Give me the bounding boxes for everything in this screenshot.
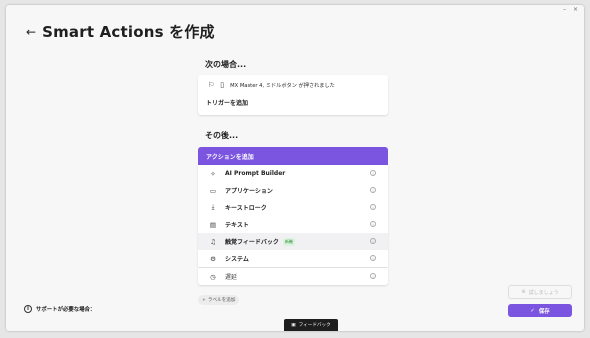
save-button[interactable]: ✓ 保存 <box>508 304 572 317</box>
plus-icon: + <box>202 297 206 303</box>
action-item-ai-prompt-builder[interactable]: ✧ AI Prompt Builder i <box>198 165 388 182</box>
app-window-icon: ▭ <box>209 186 217 195</box>
trigger-card: ⚐ ▯ MX Master 4, ミドルボタン が押されました トリガーを追加 <box>198 75 388 115</box>
clock-icon: ◷ <box>210 272 216 281</box>
add-label-text: ラベルを追加 <box>207 298 236 303</box>
action-item-system[interactable]: ⚙ システム i <box>198 250 388 267</box>
back-arrow-icon[interactable]: ← <box>26 26 36 38</box>
action-item-haptic-feedback[interactable]: ♫ 触覚フィードバック 新機 i <box>198 233 388 250</box>
mouse-icon: ▯ <box>220 81 225 89</box>
support-link[interactable]: i サポートが必要な場合： <box>24 305 95 313</box>
bell-icon: ♫ <box>210 237 216 246</box>
info-icon[interactable]: i <box>370 170 376 176</box>
gear-icon: ⚙ <box>210 254 216 263</box>
info-icon[interactable]: i <box>370 221 376 227</box>
action-label: 触覚フィードバック <box>225 239 279 246</box>
action-label: テキスト <box>225 222 249 229</box>
document-icon: ▤ <box>209 220 217 229</box>
info-icon[interactable]: i <box>370 255 376 261</box>
add-label-button[interactable]: + ラベルを追加 <box>198 295 240 305</box>
add-trigger-button[interactable]: トリガーを追加 <box>198 95 388 107</box>
chat-icon: ▣ <box>291 322 296 328</box>
action-label: キーストローク <box>225 205 267 212</box>
action-label: アプリケーション <box>225 188 273 195</box>
action-item-keystroke[interactable]: ⤓ キーストローク i <box>198 199 388 216</box>
action-label: 遅延 <box>225 274 238 281</box>
then-heading: その後... <box>205 131 239 140</box>
feedback-label: フィードバック <box>298 323 331 328</box>
when-heading: 次の場合... <box>205 60 247 69</box>
info-icon[interactable]: i <box>370 273 376 279</box>
action-list: ✧ AI Prompt Builder i ▭ アプリケーション i ⤓ キース… <box>198 165 388 267</box>
flag-icon: ⚐ <box>208 81 215 89</box>
new-badge: 新機 <box>282 237 295 246</box>
info-circle-icon: i <box>24 305 32 313</box>
info-icon[interactable]: i <box>370 187 376 193</box>
check-icon: ✓ <box>530 307 535 314</box>
download-icon: ⤓ <box>211 203 215 211</box>
action-item-application[interactable]: ▭ アプリケーション i <box>198 182 388 199</box>
feedback-button[interactable]: ▣ フィードバック <box>284 319 338 331</box>
action-label: AI Prompt Builder <box>225 170 286 177</box>
page-title: Smart Actions を作成 <box>42 23 215 41</box>
minimize-button[interactable]: – <box>563 6 566 13</box>
info-icon[interactable]: i <box>370 238 376 244</box>
trigger-row[interactable]: ⚐ ▯ MX Master 4, ミドルボタン が押されました <box>198 75 388 95</box>
support-text: サポートが必要な場合： <box>36 307 96 313</box>
trigger-text: MX Master 4, ミドルボタン が押されました <box>230 82 335 89</box>
try-button[interactable]: ⊕ 試しましょう <box>508 285 572 299</box>
action-item-text[interactable]: ▤ テキスト i <box>198 216 388 233</box>
window-controls: – × <box>563 6 578 13</box>
close-button[interactable]: × <box>573 6 578 13</box>
sparkle-icon: ✧ <box>210 169 216 178</box>
play-icon: ⊕ <box>521 289 526 295</box>
delay-card: ◷ 遅延 i <box>198 268 388 285</box>
try-label: 試しましょう <box>528 289 559 296</box>
action-item-delay[interactable]: ◷ 遅延 i <box>198 268 388 285</box>
add-action-header[interactable]: アクションを追加 <box>198 147 388 165</box>
page-header: ← Smart Actions を作成 <box>26 21 215 42</box>
app-window: – × ← Smart Actions を作成 次の場合... ⚐ ▯ MX M… <box>6 5 584 331</box>
action-label: システム <box>225 256 249 263</box>
save-label: 保存 <box>538 308 550 315</box>
info-icon[interactable]: i <box>370 204 376 210</box>
